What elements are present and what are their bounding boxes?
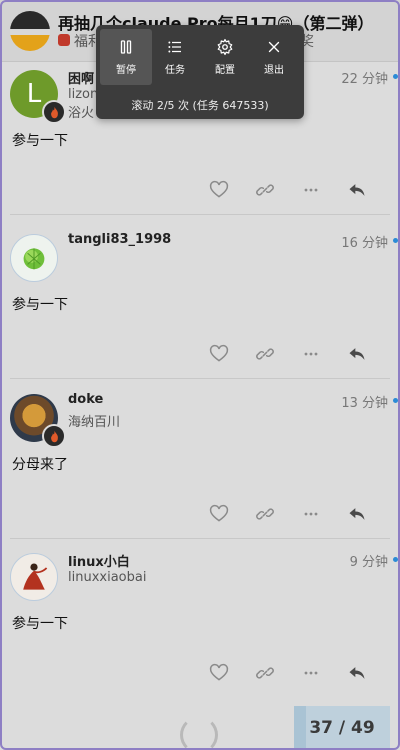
- tasks-button[interactable]: 任务: [149, 29, 201, 85]
- flame-icon: [42, 424, 66, 448]
- post-time[interactable]: 9 分钟: [350, 551, 388, 570]
- post-body: 分母来了: [12, 457, 68, 473]
- ellipsis-icon: [304, 512, 318, 516]
- copy-link-button[interactable]: [242, 342, 288, 366]
- loading-spinner: [180, 716, 218, 750]
- post: doke 海纳百川 13 分钟 分母来了: [0, 392, 400, 552]
- user-fullname: lizon: [68, 87, 98, 102]
- heart-icon: [209, 663, 229, 681]
- exit-button[interactable]: 退出: [248, 29, 300, 85]
- gear-icon: [217, 38, 233, 56]
- list-icon: [168, 41, 181, 53]
- ellipsis-icon: [304, 352, 318, 356]
- flame-icon: [42, 100, 66, 124]
- settings-label: 配置: [215, 65, 235, 76]
- post-body: 参与一下: [12, 297, 68, 313]
- like-button[interactable]: [196, 178, 242, 202]
- site-logo[interactable]: [10, 11, 50, 51]
- more-button[interactable]: [288, 342, 334, 366]
- pause-icon: [120, 40, 132, 54]
- unread-dot: [393, 398, 398, 403]
- post: tangli83_1998 16 分钟 参与一下: [0, 232, 400, 392]
- exit-label: 退出: [264, 65, 284, 76]
- username[interactable]: linux小白: [68, 551, 130, 570]
- post-divider: [10, 538, 390, 539]
- category-icon: [58, 34, 70, 46]
- user-title: 浴火: [68, 106, 95, 121]
- automation-toolbar: 暂停 任务 配置 退出 滚动 2/5 次 (任务 647533): [96, 25, 304, 119]
- post-time[interactable]: 22 分钟: [341, 68, 388, 87]
- unread-dot: [393, 557, 398, 562]
- link-icon: [256, 348, 274, 360]
- copy-link-button[interactable]: [242, 178, 288, 202]
- link-icon: [256, 508, 274, 520]
- post-divider: [10, 214, 390, 215]
- scroll-status: 滚动 2/5 次 (任务 647533): [131, 99, 269, 112]
- reply-icon: [349, 667, 365, 679]
- avatar[interactable]: [10, 234, 58, 282]
- progress-fill: [294, 706, 306, 750]
- user-fullname: linuxxiaobai: [68, 570, 147, 585]
- link-icon: [256, 667, 274, 679]
- user-fullname: 海纳百川: [68, 415, 121, 430]
- link-icon: [256, 184, 274, 196]
- username[interactable]: doke: [68, 392, 103, 407]
- heart-icon: [209, 504, 229, 522]
- username[interactable]: tangli83_1998: [68, 232, 171, 247]
- cabbage-avatar-icon: [23, 248, 45, 270]
- username[interactable]: 困啊: [68, 68, 94, 87]
- post-progress[interactable]: 37 / 49: [294, 706, 390, 750]
- post-divider: [10, 378, 390, 379]
- copy-link-button[interactable]: [242, 661, 288, 685]
- more-button[interactable]: [288, 178, 334, 202]
- reply-icon: [349, 184, 365, 196]
- post-time[interactable]: 16 分钟: [341, 232, 388, 251]
- close-icon: [268, 41, 280, 53]
- post-actions: [196, 502, 380, 526]
- post-body: 参与一下: [12, 133, 68, 149]
- reply-button[interactable]: [334, 342, 380, 366]
- ellipsis-icon: [304, 188, 318, 192]
- unread-dot: [393, 238, 398, 243]
- user-fullname-text: lizon: [68, 87, 99, 102]
- tasks-label: 任务: [165, 65, 185, 76]
- post: linux小白 linuxxiaobai 9 分钟 参与一下: [0, 551, 400, 711]
- settings-button[interactable]: 配置: [199, 29, 251, 85]
- more-button[interactable]: [288, 502, 334, 526]
- more-button[interactable]: [288, 661, 334, 685]
- post-time[interactable]: 13 分钟: [341, 392, 388, 411]
- reply-icon: [349, 508, 365, 520]
- pause-label: 暂停: [116, 65, 136, 76]
- copy-link-button[interactable]: [242, 502, 288, 526]
- reply-button[interactable]: [334, 661, 380, 685]
- post-actions: [196, 178, 380, 202]
- avatar-letter: L: [26, 79, 42, 109]
- post-actions: [196, 661, 380, 685]
- like-button[interactable]: [196, 502, 242, 526]
- like-button[interactable]: [196, 342, 242, 366]
- reply-button[interactable]: [334, 502, 380, 526]
- ellipsis-icon: [304, 671, 318, 675]
- post-actions: [196, 342, 380, 366]
- avatar[interactable]: [10, 553, 58, 601]
- reply-icon: [349, 348, 365, 360]
- pause-button[interactable]: 暂停: [100, 29, 152, 85]
- figure-avatar-icon: [23, 563, 48, 590]
- reply-button[interactable]: [334, 178, 380, 202]
- heart-icon: [209, 344, 229, 362]
- unread-dot: [393, 74, 398, 79]
- heart-icon: [209, 180, 229, 198]
- progress-label: 37 / 49: [309, 718, 375, 738]
- like-button[interactable]: [196, 661, 242, 685]
- post-body: 参与一下: [12, 616, 68, 632]
